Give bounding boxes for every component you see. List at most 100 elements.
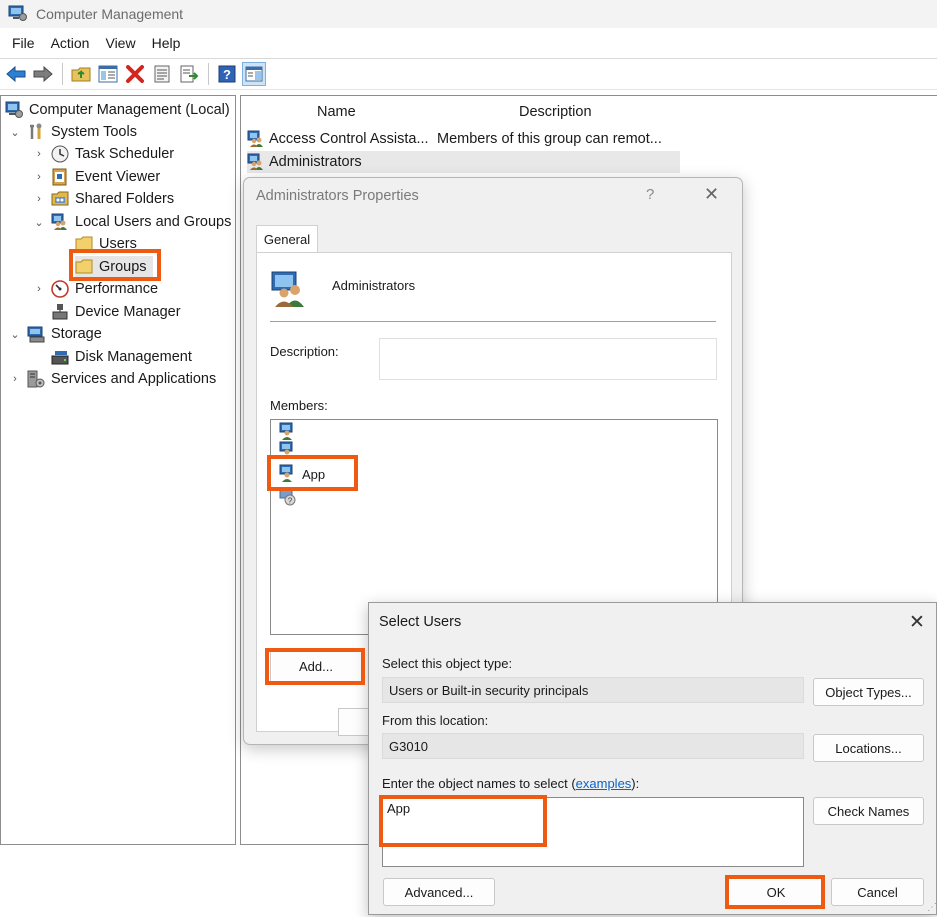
computer-management-icon [5,101,23,119]
tree-item-event-viewer[interactable]: › Event Viewer [33,166,160,188]
check-names-button[interactable]: Check Names [813,797,924,825]
list-cell-name: Access Control Assista... [269,131,429,147]
tree-label: Event Viewer [75,169,161,185]
up-folder-icon[interactable] [69,62,93,86]
toolbar-separator [208,63,209,85]
help-button[interactable]: ? [646,186,654,203]
tree-label: Storage [51,326,102,342]
menu-bar: File Action View Help [0,30,937,56]
chevron-down-icon[interactable]: ⌄ [33,216,45,229]
tab-general[interactable]: General [256,225,318,253]
object-type-field: Users or Built-in security principals [382,677,804,703]
close-icon[interactable]: ✕ [909,611,925,634]
advanced-button[interactable]: Advanced... [383,878,495,906]
group-name: Administrators [332,278,416,293]
help-icon[interactable]: ? [215,62,239,86]
list-cell-name: Administrators [269,154,362,170]
locations-button[interactable]: Locations... [813,734,924,762]
cancel-button[interactable]: Cancel [831,878,924,906]
users-groups-icon [51,213,69,231]
export-list-icon[interactable] [177,62,201,86]
list-row-selected[interactable]: Administrators [247,151,680,173]
console-tree[interactable]: Computer Management (Local) ⌄ System Too… [0,95,236,845]
shared-folder-icon [51,190,69,208]
list-row[interactable]: Access Control Assista... Members of thi… [247,128,682,150]
examples-link[interactable]: examples [576,776,632,791]
object-names-label: Enter the object names to select (exampl… [382,776,639,791]
tree-label: Users [99,236,137,252]
user-icon [279,422,299,443]
tree-item-groups[interactable]: Groups [75,256,153,278]
tree-item-task-scheduler[interactable]: › Task Scheduler [33,143,174,165]
chevron-right-icon[interactable]: › [33,148,45,160]
computer-management-icon [8,4,28,25]
tree-item-system-tools[interactable]: ⌄ System Tools [9,121,137,143]
tree-label: System Tools [51,124,137,140]
menu-action[interactable]: Action [43,35,98,51]
tree-label: Computer Management (Local) [29,102,230,118]
member-item[interactable]: App [279,464,326,485]
location-field: G3010 [382,733,804,759]
object-names-input[interactable]: App [382,797,804,867]
device-manager-icon [51,303,69,321]
object-types-button[interactable]: Object Types... [813,678,924,706]
description-field[interactable] [379,338,717,380]
disk-icon [51,348,69,366]
menu-file[interactable]: File [4,35,43,51]
title-bar: Computer Management [0,0,937,28]
chevron-down-icon[interactable]: ⌄ [9,328,21,341]
user-icon [279,464,299,485]
object-type-label: Select this object type: [382,656,513,671]
folder-icon [75,258,93,276]
resize-grip-icon[interactable]: ⋰ [927,902,937,913]
tree-label: Services and Applications [51,371,217,387]
folder-icon [75,235,93,253]
tree-item-users[interactable]: Users [75,233,137,255]
tree-item-local-users-groups[interactable]: ⌄ Local Users and Groups [33,211,231,233]
tree-label: Local Users and Groups [75,214,232,230]
forward-icon[interactable] [31,62,55,86]
object-names-label-prefix: Enter the object names to select ( [382,776,576,791]
member-item[interactable]: ? [279,488,299,507]
dialog-title: Select Users [379,614,462,630]
location-label: From this location: [382,713,489,728]
member-item[interactable] [279,441,299,460]
back-icon[interactable] [4,62,28,86]
chevron-right-icon[interactable]: › [33,193,45,205]
divider [270,321,716,322]
delete-icon[interactable] [123,62,147,86]
ok-button[interactable]: OK [727,878,825,906]
tree-item-shared-folders[interactable]: › Shared Folders [33,188,174,210]
close-icon[interactable]: ✕ [704,184,719,205]
chevron-down-icon[interactable]: ⌄ [9,126,21,139]
member-name: App [302,466,326,482]
tree-item-services-applications[interactable]: › Services and Applications [9,368,216,390]
column-header-name[interactable]: Name [315,104,358,124]
chevron-right-icon[interactable]: › [9,373,21,385]
tree-item-computer-management[interactable]: Computer Management (Local) [5,99,230,121]
select-users-dialog: Select Users ✕ Select this object type: … [368,602,937,915]
list-cell-description: Members of this group can remot... [437,131,662,147]
chevron-right-icon[interactable]: › [33,283,45,295]
clock-icon [51,145,69,163]
tree-item-performance[interactable]: › Performance [33,278,158,300]
member-item[interactable] [279,422,299,443]
tree-item-storage[interactable]: ⌄ Storage [9,323,102,345]
group-icon [247,153,265,171]
services-icon [27,370,45,388]
tools-icon [27,123,45,141]
action-pane-icon[interactable] [242,62,266,86]
menu-view[interactable]: View [97,35,143,51]
object-names-label-suffix: ): [631,776,640,791]
toolbar-separator [62,63,63,85]
show-hide-tree-icon[interactable] [96,62,120,86]
tree-item-disk-management[interactable]: Disk Management [51,346,192,368]
menu-help[interactable]: Help [144,35,189,51]
properties-icon[interactable] [150,62,174,86]
svg-text:?: ? [223,67,231,82]
tree-item-device-manager[interactable]: Device Manager [51,301,181,323]
chevron-right-icon[interactable]: › [33,171,45,183]
add-button[interactable]: Add... [270,650,362,682]
toolbar: ? [0,58,937,90]
column-header-description[interactable]: Description [517,104,594,124]
